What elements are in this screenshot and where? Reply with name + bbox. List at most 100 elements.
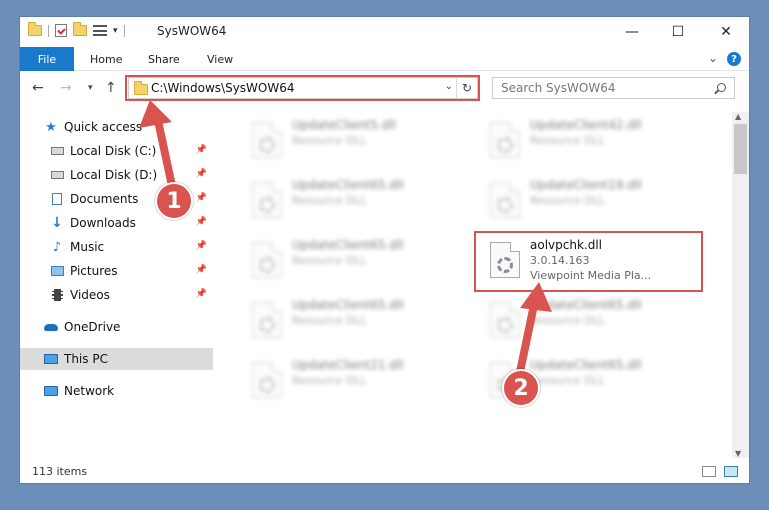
dll-file-icon bbox=[490, 122, 520, 158]
sidebar-item-network[interactable]: Network bbox=[20, 380, 213, 402]
file-name: UpdateClient21.dll bbox=[292, 358, 404, 372]
list-item[interactable]: UpdateClient65.dll Resource DLL bbox=[482, 296, 702, 346]
gear-icon bbox=[497, 317, 513, 333]
scrollbar-thumb[interactable] bbox=[734, 124, 747, 174]
tab-share[interactable]: Share bbox=[148, 47, 180, 71]
sidebar-item-videos[interactable]: Videos 📌 bbox=[20, 284, 213, 306]
list-icon[interactable] bbox=[93, 25, 107, 36]
navigation-pane: ★ Quick access Local Disk (C:) 📌 Local D… bbox=[20, 112, 213, 452]
sidebar-item-label: Videos bbox=[70, 288, 110, 302]
download-icon: ↓ bbox=[51, 215, 63, 231]
scroll-down-icon[interactable]: ▼ bbox=[735, 449, 741, 458]
file-type: Resource DLL bbox=[292, 314, 367, 327]
details-view-icon[interactable] bbox=[702, 466, 716, 477]
file-name: UpdateClient5.dll bbox=[292, 118, 396, 132]
step-2-badge: 2 bbox=[502, 369, 540, 407]
gear-icon bbox=[259, 257, 275, 273]
search-placeholder: Search SysWOW64 bbox=[501, 81, 616, 95]
item-count: 113 items bbox=[32, 465, 88, 478]
pin-icon[interactable]: 📌 bbox=[196, 169, 207, 179]
list-item[interactable]: UpdateClient21.dll Resource DLL bbox=[244, 356, 464, 406]
forward-arrow-icon[interactable]: → bbox=[60, 80, 72, 96]
document-icon bbox=[50, 193, 64, 206]
dll-file-icon bbox=[252, 242, 282, 278]
up-arrow-icon[interactable]: ↑ bbox=[105, 80, 117, 96]
large-icons-view-icon[interactable] bbox=[724, 466, 738, 477]
file-name: UpdateClient65.dll bbox=[292, 238, 404, 252]
sidebar-item-label: Pictures bbox=[70, 264, 118, 278]
close-button[interactable]: ✕ bbox=[703, 17, 749, 47]
tab-file[interactable]: File bbox=[20, 47, 74, 71]
gear-icon bbox=[497, 137, 513, 153]
file-type: Resource DLL bbox=[292, 374, 367, 387]
file-name: UpdateClient42.dll bbox=[530, 118, 642, 132]
pin-icon[interactable]: 📌 bbox=[196, 289, 207, 299]
gear-icon bbox=[259, 317, 275, 333]
sidebar-item-onedrive[interactable]: OneDrive bbox=[20, 316, 213, 338]
file-type: Resource DLL bbox=[292, 194, 367, 207]
file-type: Resource DLL bbox=[530, 134, 605, 147]
file-name: UpdateClient65.dll bbox=[292, 178, 404, 192]
properties-icon[interactable] bbox=[55, 24, 67, 37]
file-name: UpdateClient65.dll bbox=[530, 358, 642, 372]
gear-icon bbox=[259, 137, 275, 153]
toolbar-separator bbox=[123, 24, 125, 37]
help-icon[interactable]: ? bbox=[727, 52, 741, 66]
pin-icon[interactable]: 📌 bbox=[196, 145, 207, 155]
list-item[interactable]: UpdateClient42.dll Resource DLL bbox=[482, 116, 702, 166]
vertical-scrollbar[interactable]: ▲ ▼ bbox=[732, 112, 749, 458]
ribbon-expand-icon[interactable]: ⌄ bbox=[708, 51, 718, 65]
drive-icon bbox=[50, 145, 64, 158]
customize-toolbar-arrow-icon[interactable]: ▾ bbox=[113, 26, 118, 36]
search-icon[interactable] bbox=[717, 83, 726, 92]
sidebar-item-label: Local Disk (D:) bbox=[70, 168, 158, 182]
sidebar-item-local-disk-c[interactable]: Local Disk (C:) 📌 bbox=[20, 140, 213, 162]
file-type: Resource DLL bbox=[530, 194, 605, 207]
sidebar-item-label: Quick access bbox=[64, 120, 143, 134]
toolbar-separator bbox=[48, 24, 49, 37]
folder-icon[interactable] bbox=[28, 22, 42, 36]
dll-file-icon bbox=[490, 182, 520, 218]
list-item[interactable]: UpdateClient65.dll Resource DLL bbox=[244, 176, 464, 226]
list-item[interactable]: UpdateClient65.dll Resource DLL bbox=[244, 296, 464, 346]
status-bar: 113 items bbox=[20, 460, 749, 483]
tab-home[interactable]: Home bbox=[90, 47, 122, 71]
file-name: UpdateClient65.dll bbox=[292, 298, 404, 312]
sidebar-item-quick-access[interactable]: ★ Quick access bbox=[20, 116, 213, 138]
sidebar-item-local-disk-d[interactable]: Local Disk (D:) 📌 bbox=[20, 164, 213, 186]
tab-view[interactable]: View bbox=[207, 47, 233, 71]
list-item[interactable]: UpdateClient19.dll Resource DLL bbox=[482, 176, 702, 226]
list-item[interactable]: UpdateClient5.dll Resource DLL bbox=[244, 116, 464, 166]
list-item[interactable]: UpdateClient65.dll Resource DLL bbox=[244, 236, 464, 286]
pin-icon[interactable]: 📌 bbox=[196, 193, 207, 203]
window-title: SysWOW64 bbox=[157, 24, 227, 38]
music-icon: ♪ bbox=[52, 239, 62, 255]
file-name: UpdateClient19.dll bbox=[530, 178, 642, 192]
sidebar-item-pictures[interactable]: Pictures 📌 bbox=[20, 260, 213, 282]
sidebar-item-label: Local Disk (C:) bbox=[70, 144, 157, 158]
file-type: Resource DLL bbox=[292, 134, 367, 147]
sidebar-item-label: Documents bbox=[70, 192, 139, 206]
file-highlight-box bbox=[474, 231, 703, 292]
gear-icon bbox=[259, 197, 275, 213]
pictures-icon bbox=[50, 265, 64, 278]
scroll-up-icon[interactable]: ▲ bbox=[735, 112, 741, 121]
pin-icon[interactable]: 📌 bbox=[196, 241, 207, 251]
sidebar-item-label: This PC bbox=[64, 352, 108, 366]
dll-file-icon bbox=[252, 182, 282, 218]
sidebar-item-this-pc[interactable]: This PC bbox=[20, 348, 213, 370]
new-folder-icon[interactable] bbox=[73, 22, 87, 36]
pin-icon[interactable]: 📌 bbox=[196, 265, 207, 275]
cloud-icon bbox=[44, 321, 58, 334]
pin-icon[interactable]: 📌 bbox=[196, 217, 207, 227]
gear-icon bbox=[497, 197, 513, 213]
maximize-button[interactable]: ☐ bbox=[655, 17, 701, 47]
dll-file-icon bbox=[252, 302, 282, 338]
sidebar-item-music[interactable]: ♪ Music 📌 bbox=[20, 236, 213, 258]
drive-icon bbox=[50, 169, 64, 182]
recent-locations-icon[interactable]: ▾ bbox=[88, 83, 93, 93]
minimize-button[interactable]: — bbox=[609, 17, 655, 47]
file-name: UpdateClient65.dll bbox=[530, 298, 642, 312]
search-input[interactable]: Search SysWOW64 bbox=[492, 77, 735, 99]
back-arrow-icon[interactable]: ← bbox=[32, 80, 44, 96]
